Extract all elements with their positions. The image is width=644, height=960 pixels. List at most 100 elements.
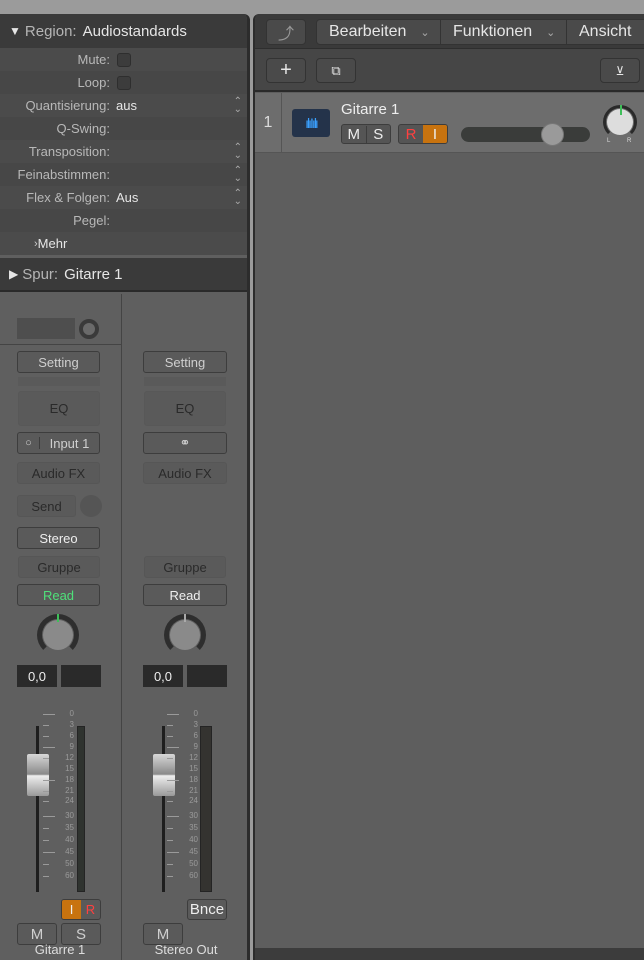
back-button[interactable]: ⤴ [266, 19, 306, 45]
volume-fader-handle[interactable] [27, 754, 49, 796]
channel-name[interactable]: Stereo Out [122, 942, 247, 957]
track-header-row[interactable]: 1 ılıIılı Gitarre 1 M S R I L R [255, 93, 644, 153]
pan-knob[interactable] [164, 614, 206, 656]
stepper-icon[interactable]: ⌃ ⌄ [234, 142, 242, 160]
track-header[interactable]: ▶ Spur: Gitarre 1 [0, 258, 247, 292]
param-quantize[interactable]: Quantisierung: aus ⌃ ⌄ [0, 94, 247, 117]
volume-readout[interactable]: 0,0 [143, 665, 183, 687]
eq-button[interactable]: EQ [144, 391, 226, 426]
send-knob[interactable] [80, 495, 102, 517]
meter-scale-label: 21 [189, 786, 198, 795]
view-menu[interactable]: Ansicht [567, 23, 631, 41]
meter-scale-label: 15 [189, 764, 198, 773]
input-label: Input 1 [49, 435, 90, 451]
audio-waveform-icon[interactable]: ılıIılı [292, 109, 330, 137]
loop-checkbox[interactable] [117, 75, 131, 90]
record-enable-button[interactable]: R [81, 902, 100, 917]
fader-scale-tick [167, 747, 179, 748]
gain-knob[interactable] [79, 319, 99, 339]
meter-scale-label: 50 [189, 859, 198, 868]
automation-mode-button[interactable]: Read [143, 584, 227, 606]
duplicate-track-button[interactable]: ⧉ [316, 58, 356, 83]
gain-reduction-meter [18, 377, 100, 386]
mute-checkbox[interactable] [117, 52, 131, 67]
input-record-pair: I R [61, 899, 101, 920]
flex-value[interactable]: Aus [116, 190, 138, 205]
volume-fader-track[interactable] [36, 726, 39, 892]
meter-scale-label: 24 [65, 796, 74, 805]
region-header[interactable]: ▼ Region: Audiostandards [0, 14, 247, 48]
stepper-icon[interactable]: ⌃ ⌄ [234, 188, 242, 206]
param-gain[interactable]: Pegel: [0, 209, 247, 232]
meter-scale-label: 12 [65, 753, 74, 762]
fader-scale-tick [167, 828, 173, 829]
volume-fader-handle[interactable] [153, 754, 175, 796]
fader-scale-tick [43, 864, 49, 865]
setting-button[interactable]: Setting [143, 351, 227, 373]
track-input-monitor-button[interactable]: I [423, 125, 447, 143]
volume-slider-handle[interactable] [540, 123, 564, 146]
input-slot[interactable]: ○ Input 1 [17, 432, 100, 454]
track-mute-button[interactable]: M [342, 125, 367, 143]
fader-scale-tick [43, 747, 55, 748]
show-global-tracks-button[interactable]: ⊻ [600, 58, 640, 83]
stepper-icon[interactable]: ⌃ ⌄ [234, 96, 242, 114]
edit-menu-label: Bearbeiten [329, 23, 407, 40]
peak-readout[interactable] [187, 665, 227, 687]
eq-button[interactable]: EQ [18, 391, 100, 426]
fader-scale-tick [167, 840, 173, 841]
meter-scale-label: 3 [193, 720, 198, 729]
param-qswing[interactable]: Q-Swing: [0, 117, 247, 140]
edit-menu[interactable]: Bearbeiten ⌄ [317, 20, 441, 44]
setting-button[interactable]: Setting [17, 351, 100, 373]
automation-mode-button[interactable]: Read [17, 584, 100, 606]
mute-solo-pair: M S [341, 124, 391, 144]
track-toolbar: + ⧉ ⊻ [255, 48, 644, 92]
stereo-format-button[interactable]: ⚭ [143, 432, 227, 454]
duplicate-plus-icon: ⧉ [331, 62, 341, 78]
output-slot[interactable]: Stereo [17, 527, 100, 549]
meter-scale-label: 6 [193, 731, 198, 740]
quantize-value[interactable]: aus [116, 98, 137, 113]
meter-scale-label: 60 [65, 871, 74, 880]
track-pan-knob[interactable] [603, 105, 637, 139]
param-flex[interactable]: Flex & Folgen: Aus ⌃ ⌄ [0, 186, 247, 209]
input-monitor-button[interactable]: I [62, 900, 81, 919]
meter-scale-label: 15 [65, 764, 74, 773]
stepper-icon[interactable]: ⌃ ⌄ [234, 165, 242, 183]
audio-fx-slot[interactable]: Audio FX [143, 462, 227, 484]
fader-scale-tick [167, 780, 179, 781]
fader-scale-tick [167, 791, 173, 792]
group-slot[interactable]: Gruppe [18, 556, 100, 578]
meter-scale-label: 9 [193, 742, 198, 751]
volume-fader-track[interactable] [162, 726, 165, 892]
add-track-button[interactable]: + [266, 58, 306, 83]
meter-scale-label: 30 [189, 811, 198, 820]
fader-scale-tick [167, 769, 173, 770]
pan-right-label: R [627, 138, 632, 144]
pan-knob[interactable] [37, 614, 79, 656]
group-slot[interactable]: Gruppe [144, 556, 226, 578]
track-record-button[interactable]: R [399, 126, 423, 143]
track-name[interactable]: Gitarre 1 [341, 101, 399, 118]
send-slot[interactable]: Send [17, 495, 76, 517]
fader-scale-tick [43, 791, 49, 792]
volume-readout[interactable]: 0,0 [17, 665, 57, 687]
param-transpose[interactable]: Transposition: ⌃ ⌄ [0, 140, 247, 163]
bounce-button[interactable]: Bnce [187, 899, 227, 920]
fader-scale-tick [43, 725, 49, 726]
audio-fx-slot[interactable]: Audio FX [17, 462, 100, 484]
track-solo-button[interactable]: S [367, 126, 391, 143]
fader-scale-tick [167, 852, 179, 853]
functions-menu[interactable]: Funktionen ⌄ [441, 20, 567, 44]
meter-scale-label: 60 [189, 871, 198, 880]
param-label: Quantisierung: [25, 98, 110, 113]
track-volume-slider[interactable] [461, 123, 590, 146]
more-toggle[interactable]: › Mehr [0, 232, 247, 255]
param-finetune[interactable]: Feinabstimmen: ⌃ ⌄ [0, 163, 247, 186]
horizontal-scrollbar[interactable] [255, 948, 644, 960]
menu-toolbar: ⤴ Bearbeiten ⌄ Funktionen ⌄ Ansicht [255, 14, 644, 48]
peak-readout[interactable] [61, 665, 101, 687]
channel-name[interactable]: Gitarre 1 [0, 942, 120, 957]
region-params: Mute: Loop: Quantisierung: aus ⌃ ⌄ Q-Swing:… [0, 48, 247, 258]
